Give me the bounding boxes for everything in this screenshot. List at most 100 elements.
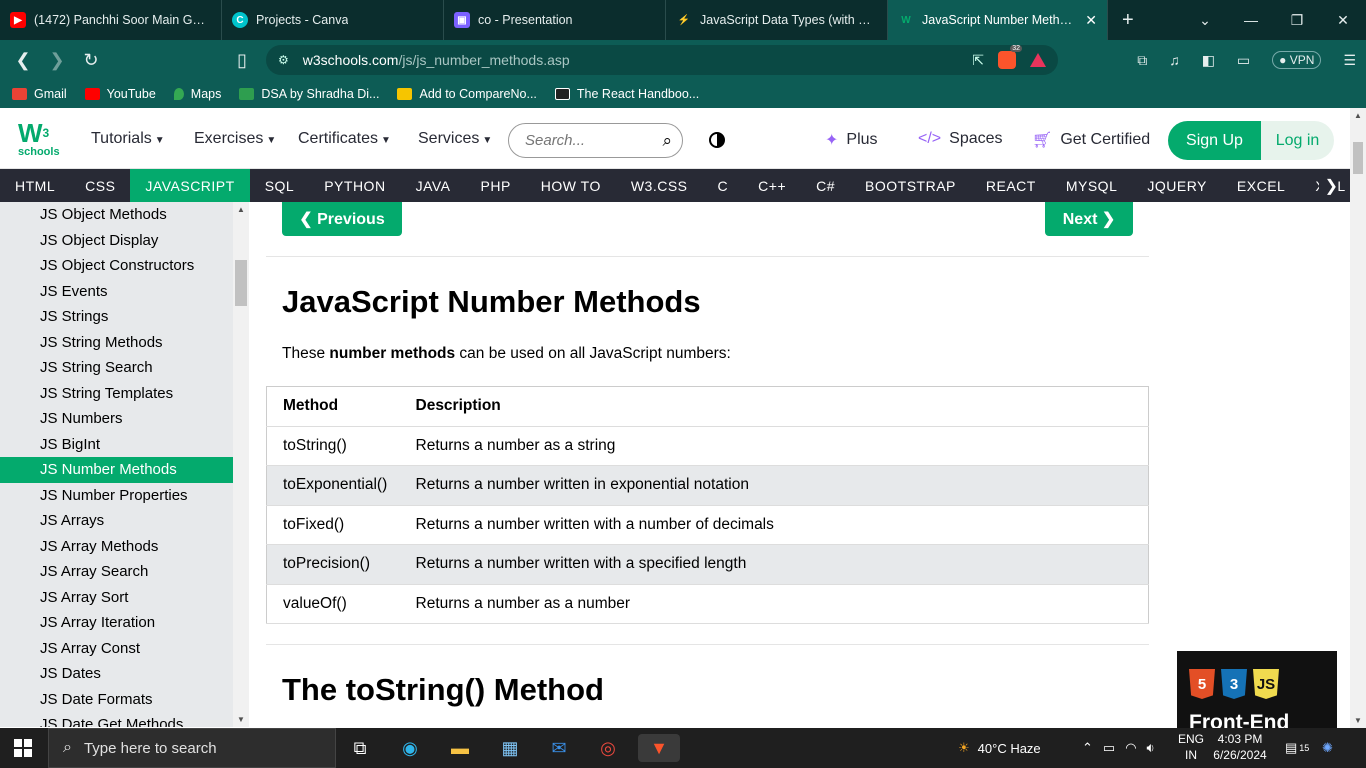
topnav-item-javascript[interactable]: JAVASCRIPT [130,169,250,202]
store-icon[interactable]: ▦ [496,734,524,762]
topnav-item-php[interactable]: PHP [466,169,526,202]
sidebar-item[interactable]: JS String Methods [0,330,233,356]
restore-icon[interactable]: ❐ [1274,12,1320,29]
brave-icon[interactable]: ▼ [638,734,680,762]
scroll-up-icon[interactable]: ▲ [1354,111,1362,120]
bookmark-youtube[interactable]: YouTube [84,87,156,101]
scroll-down-icon[interactable]: ▼ [237,715,245,724]
volume-icon[interactable]: 🔉︎ [1147,740,1155,756]
forward-icon[interactable]: ❯ [40,50,74,71]
wifi-icon[interactable]: ◠ [1125,740,1136,756]
bookmark-gmail[interactable]: Gmail [12,87,67,101]
sidebar-item[interactable]: JS String Search [0,355,233,381]
mail-icon[interactable]: ✉ [545,734,573,762]
vpn-button[interactable]: ● VPN [1272,51,1322,69]
scroll-up-icon[interactable]: ▲ [237,205,245,214]
sidebar-item[interactable]: JS Number Methods [0,457,233,483]
frontend-ad[interactable]: 5 3 JS Front-End [1177,651,1337,728]
notification-button[interactable]: ▤ 15 [1285,728,1309,768]
topnav-item-html[interactable]: HTML [0,169,70,202]
sidebar-item[interactable]: JS Array Search [0,559,233,585]
sidebar-item[interactable]: JS Array Sort [0,585,233,611]
weather-widget[interactable]: ☀ 40°C Haze [958,728,1041,768]
share-icon[interactable]: ⇱ [972,52,984,69]
browser-tab[interactable]: ▶ (1472) Panchhi Soor Main Gaate Ha [0,0,222,40]
sidebar-item[interactable]: JS Number Properties [0,483,233,509]
browser-tab-active[interactable]: W JavaScript Number Methods ✕ [888,0,1108,40]
tab-search-icon[interactable]: ⌄ [1182,12,1228,29]
taskbar-clock[interactable]: 4:03 PM 6/26/2024 [1210,731,1270,763]
browser-tab[interactable]: ▣ co - Presentation [444,0,666,40]
spaces-link[interactable]: </> Spaces [918,130,1003,148]
copilot-icon[interactable]: ✺ [1322,728,1333,768]
sidebar-icon[interactable]: ◧ [1202,52,1215,69]
chrome-icon[interactable]: ◎ [594,734,622,762]
file-explorer-icon[interactable]: ▬ [446,734,474,762]
topnav-item-jquery[interactable]: JQUERY [1132,169,1222,202]
language-indicator[interactable]: ENG IN [1178,731,1204,763]
next-button[interactable]: Next ❯ [1045,202,1133,236]
page-scrollbar[interactable]: ▲ ▼ [1350,108,1366,728]
topnav-item-c[interactable]: C [703,169,744,202]
sidebar-item[interactable]: JS Events [0,279,233,305]
search-input[interactable] [525,132,645,149]
sign-up-button[interactable]: Sign Up [1168,121,1261,160]
get-certified-link[interactable]: 🛒︎ Get Certified [1032,130,1150,150]
sidebar-item[interactable]: JS Object Methods [0,202,233,228]
brave-shields-icon[interactable] [998,45,1022,69]
site-settings-icon[interactable]: ⚙ [278,53,289,67]
network-device-icon[interactable]: ▭ [1103,740,1115,756]
topnav-item-python[interactable]: PYTHON [309,169,400,202]
reload-icon[interactable]: ↻ [74,50,108,71]
topnav-item-react[interactable]: REACT [971,169,1051,202]
sidebar-scroll-thumb[interactable] [235,260,247,306]
bookmark-react-handbook[interactable]: The React Handboo... [554,87,699,101]
sidebar-item[interactable]: JS Array Iteration [0,610,233,636]
sidebar-item[interactable]: JS Date Get Methods [0,712,233,727]
topnav-item-c-[interactable]: C# [801,169,850,202]
media-icon[interactable]: ♫ [1169,52,1180,68]
previous-button[interactable]: ❮ Previous [282,202,402,236]
wallet-icon[interactable]: ▭ [1237,52,1250,69]
taskbar-search[interactable]: ⌕ Type here to search [48,728,336,768]
sidebar-item[interactable]: JS Dates [0,661,233,687]
sidebar-item[interactable]: JS BigInt [0,432,233,458]
topnav-item-w3-css[interactable]: W3.CSS [616,169,703,202]
topnav-item-excel[interactable]: EXCEL [1222,169,1300,202]
w3schools-logo[interactable]: W3 schools [18,120,62,160]
menu-icon[interactable]: ☰ [1343,52,1356,69]
task-view-icon[interactable]: ⧉ [346,734,374,762]
topnav-item-c-[interactable]: C++ [743,169,801,202]
sidebar-item[interactable]: JS Object Constructors [0,253,233,279]
close-window-icon[interactable]: ✕ [1320,12,1366,29]
sidebar-item[interactable]: JS String Templates [0,381,233,407]
page-scroll-thumb[interactable] [1353,142,1363,174]
topnav-item-how-to[interactable]: HOW TO [526,169,616,202]
edge-icon[interactable]: ◉ [396,734,424,762]
topnav-item-css[interactable]: CSS [70,169,130,202]
browser-tab[interactable]: C Projects - Canva [222,0,444,40]
topnav-item-sql[interactable]: SQL [250,169,310,202]
bookmark-comparenow[interactable]: Add to CompareNo... [397,87,537,101]
windows-start-icon[interactable] [14,739,32,757]
search-icon[interactable]: ⌕ [662,131,672,151]
back-icon[interactable]: ❮ [6,50,40,71]
topnav-item-java[interactable]: JAVA [401,169,466,202]
sidebar-item[interactable]: JS Array Methods [0,534,233,560]
menu-tutorials[interactable]: Tutorials ▼ [91,130,165,148]
brave-rewards-icon[interactable] [1030,53,1046,67]
browser-tab[interactable]: ⚡ JavaScript Data Types (with Exam [666,0,888,40]
sidebar-item[interactable]: JS Object Display [0,228,233,254]
url-field[interactable]: ⚙ w3schools.com/js/js_number_methods.asp… [266,45,1058,75]
new-tab-button[interactable]: + [1108,9,1148,32]
sidebar-item[interactable]: JS Arrays [0,508,233,534]
minimize-icon[interactable]: — [1228,12,1274,28]
menu-certificates[interactable]: Certificates ▼ [298,130,391,148]
contrast-toggle-icon[interactable] [709,132,725,148]
bookmark-dsa[interactable]: DSA by Shradha Di... [239,87,379,101]
menu-services[interactable]: Services ▼ [418,130,492,148]
bookmark-icon[interactable]: ▯ [225,50,259,71]
sidebar-scrollbar[interactable]: ▲ ▼ [233,202,249,727]
log-in-button[interactable]: Log in [1261,121,1334,160]
topnav-item-mysql[interactable]: MYSQL [1051,169,1133,202]
